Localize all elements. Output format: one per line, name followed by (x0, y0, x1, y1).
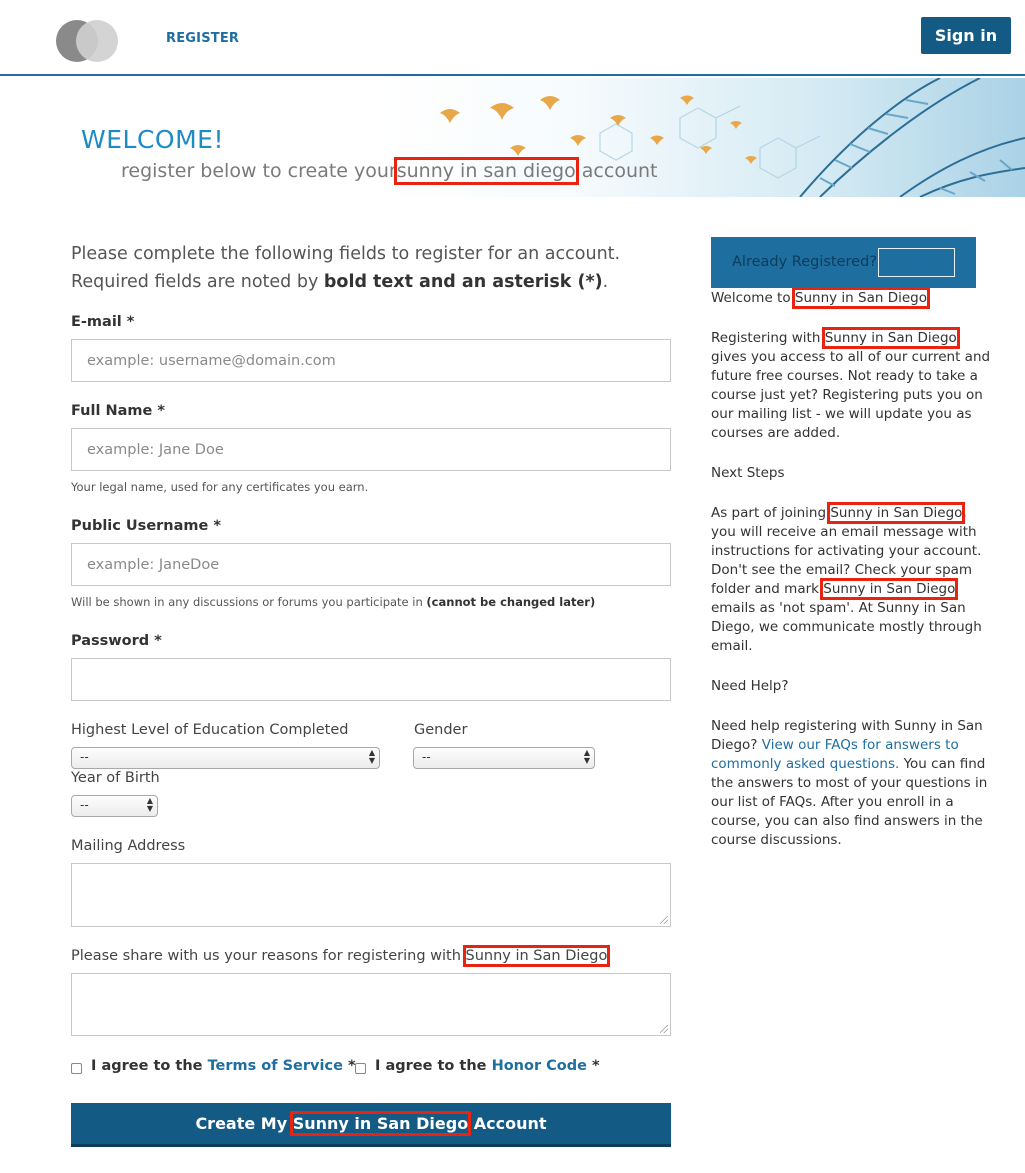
brand-highlight: Sunny in San Diego (820, 578, 959, 600)
full-name-field[interactable] (71, 428, 671, 471)
honor-agreement: I agree to the Honor Code * (375, 1058, 600, 1074)
next-steps-heading: Next Steps (711, 465, 785, 481)
mailing-address-field[interactable] (71, 863, 671, 927)
resize-grip-icon[interactable] (660, 1025, 668, 1033)
password-field[interactable] (71, 658, 671, 701)
education-label: Highest Level of Education Completed (71, 722, 349, 738)
honor-checkbox[interactable] (355, 1063, 366, 1074)
sidebar-registering-text: Registering with Sunny in San Diego give… (711, 327, 991, 441)
reasons-label: Please share with us your reasons for re… (71, 945, 611, 967)
create-account-button[interactable]: Create My Sunny in San Diego Account (71, 1103, 671, 1147)
gender-select[interactable]: -- ▲ ▼ (413, 747, 595, 769)
mailing-address-label: Mailing Address (71, 838, 186, 854)
password-label: Password * (71, 633, 162, 649)
reasons-field[interactable] (71, 973, 671, 1036)
signin-button[interactable]: Sign in (921, 17, 1011, 54)
terms-agreement: I agree to the Terms of Service * (91, 1058, 356, 1074)
sidebar-welcome: Welcome to Sunny in San Diego (711, 287, 930, 309)
welcome-subtitle: register below to create yoursunny in sa… (121, 157, 658, 185)
full-name-hint: Your legal name, used for any certificat… (71, 480, 369, 494)
need-help-heading: Need Help? (711, 678, 789, 694)
brand-highlight: Sunny in San Diego (827, 502, 966, 524)
username-hint: Will be shown in any discussions or foru… (71, 595, 596, 609)
email-field[interactable] (71, 339, 671, 382)
nav-register-link[interactable]: REGISTER (166, 31, 239, 46)
dropdown-arrows-icon: ▲ ▼ (368, 748, 375, 765)
terms-link[interactable]: Terms of Service (208, 1058, 343, 1074)
username-field[interactable] (71, 543, 671, 586)
year-of-birth-label: Year of Birth (71, 770, 160, 786)
full-name-label: Full Name * (71, 403, 165, 419)
site-header: REGISTER Sign in (0, 0, 1025, 76)
next-steps-text: As part of joining Sunny in San Diego, y… (711, 502, 982, 654)
already-registered-box: Already Registered? Log in (711, 237, 976, 288)
logo-icon[interactable] (56, 20, 120, 62)
brand-highlight: Sunny in San Diego (821, 327, 960, 349)
bird-icon (440, 95, 757, 164)
dna-icon (799, 78, 1025, 197)
brand-highlight: sunny in san diego (393, 157, 579, 185)
email-label: E-mail * (71, 314, 135, 330)
resize-grip-icon[interactable] (660, 916, 668, 924)
welcome-title: WELCOME! (81, 125, 224, 154)
dropdown-arrows-icon: ▲ ▼ (146, 796, 153, 813)
dropdown-arrows-icon: ▲ ▼ (583, 748, 590, 765)
brand-highlight: Sunny in San Diego (289, 1111, 472, 1136)
login-button[interactable]: Log in (878, 248, 955, 277)
terms-checkbox[interactable] (71, 1063, 82, 1074)
education-select[interactable]: -- ▲ ▼ (71, 747, 380, 769)
honor-code-link[interactable]: Honor Code (492, 1058, 587, 1074)
brand-highlight: Sunny in San Diego (791, 287, 930, 309)
brand-highlight: Sunny in San Diego (462, 945, 611, 967)
need-help-text: Need help registering with Sunny in San … (711, 718, 988, 848)
gender-label: Gender (414, 722, 468, 738)
already-registered-label: Already Registered? (732, 254, 877, 270)
username-label: Public Username * (71, 518, 221, 534)
year-of-birth-select[interactable]: -- ▲ ▼ (71, 795, 158, 817)
form-intro: Please complete the following fields to … (71, 244, 621, 292)
